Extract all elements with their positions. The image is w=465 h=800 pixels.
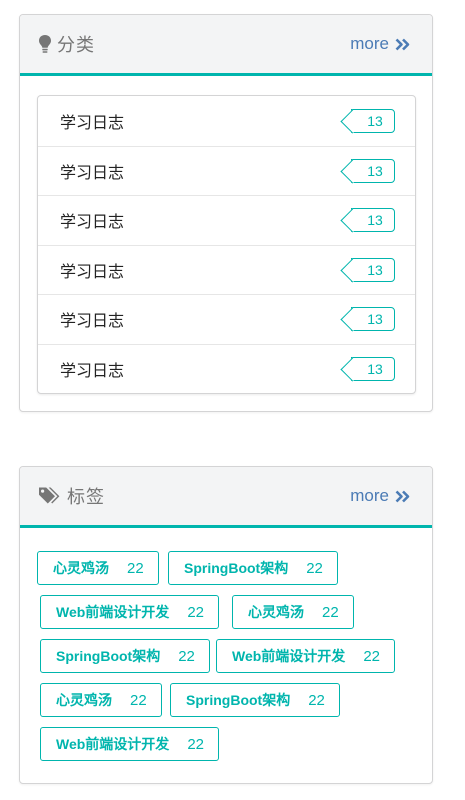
categories-title: 分类 [57,35,95,55]
tags-title: 标签 [67,487,105,507]
tags-more-link[interactable]: more [350,486,410,506]
category-count-badge: 13 [351,208,395,233]
tag-name: SpringBoot架构 [186,692,291,708]
category-name: 学习日志 [60,263,125,281]
tag-count: 22 [363,647,380,665]
tag-button[interactable]: 心灵鸡汤 22 [40,683,162,717]
category-name: 学习日志 [60,114,125,132]
tag-count: 22 [322,603,339,621]
double-chevron-right-icon [389,38,410,51]
category-item[interactable]: 学习日志 13 [38,343,415,394]
tag-count: 22 [178,647,195,665]
category-name: 学习日志 [60,313,125,331]
category-count-badge: 13 [351,158,395,183]
categories-more-link[interactable]: more [350,34,410,54]
category-list: 学习日志 13 学习日志 13 学习日志 13 学习日志 13 学习日志 13 … [37,95,416,394]
tag-button[interactable]: 心灵鸡汤 22 [37,551,159,585]
tag-button[interactable]: Web前端设计开发 22 [216,639,395,673]
category-count-badge: 13 [351,108,395,133]
tag-count: 22 [187,735,204,753]
double-chevron-right-icon [389,490,410,503]
tag-name: Web前端设计开发 [232,648,346,664]
tag-count: 22 [187,603,204,621]
tag-count: 22 [127,559,144,577]
categories-card: 分类 more 学习日志 13 学习日志 13 学习日志 13 学习日志 13 … [19,14,433,412]
category-item[interactable]: 学习日志 13 [38,195,415,245]
tag-count: 22 [130,691,147,709]
tag-count: 22 [308,691,325,709]
tag-name: Web前端设计开发 [56,604,170,620]
categories-header: 分类 more [20,15,432,76]
tag-button[interactable]: SpringBoot架构 22 [40,639,210,673]
tags-icon [38,486,62,506]
category-count-badge: 13 [351,356,395,381]
category-item[interactable]: 学习日志 13 [38,244,415,295]
tag-button[interactable]: SpringBoot架构 22 [170,683,340,717]
category-count-badge: 13 [351,257,395,282]
tag-name: 心灵鸡汤 [53,560,109,576]
category-name: 学习日志 [60,362,125,380]
category-item[interactable]: 学习日志 13 [38,96,415,146]
tag-name: 心灵鸡汤 [248,604,304,620]
tag-name: Web前端设计开发 [56,736,170,752]
tags-header: 标签 more [20,467,432,528]
tag-button[interactable]: Web前端设计开发 22 [40,727,219,761]
category-name: 学习日志 [60,214,125,232]
tag-name: SpringBoot架构 [184,560,289,576]
category-name: 学习日志 [60,164,125,182]
tag-name: SpringBoot架构 [56,648,161,664]
tag-button[interactable]: SpringBoot架构 22 [168,551,338,585]
categories-more-label: more [350,34,389,53]
category-item[interactable]: 学习日志 13 [38,145,415,196]
tags-card: 标签 more 心灵鸡汤 22 SpringBoot架构 22 Web前端设计开… [19,466,433,784]
tags-more-label: more [350,486,389,505]
tag-button[interactable]: Web前端设计开发 22 [40,595,219,629]
lightbulb-icon [38,34,52,54]
category-item[interactable]: 学习日志 13 [38,294,415,344]
tag-button[interactable]: 心灵鸡汤 22 [232,595,354,629]
category-count-badge: 13 [351,307,395,332]
tag-name: 心灵鸡汤 [56,692,112,708]
tag-count: 22 [306,559,323,577]
